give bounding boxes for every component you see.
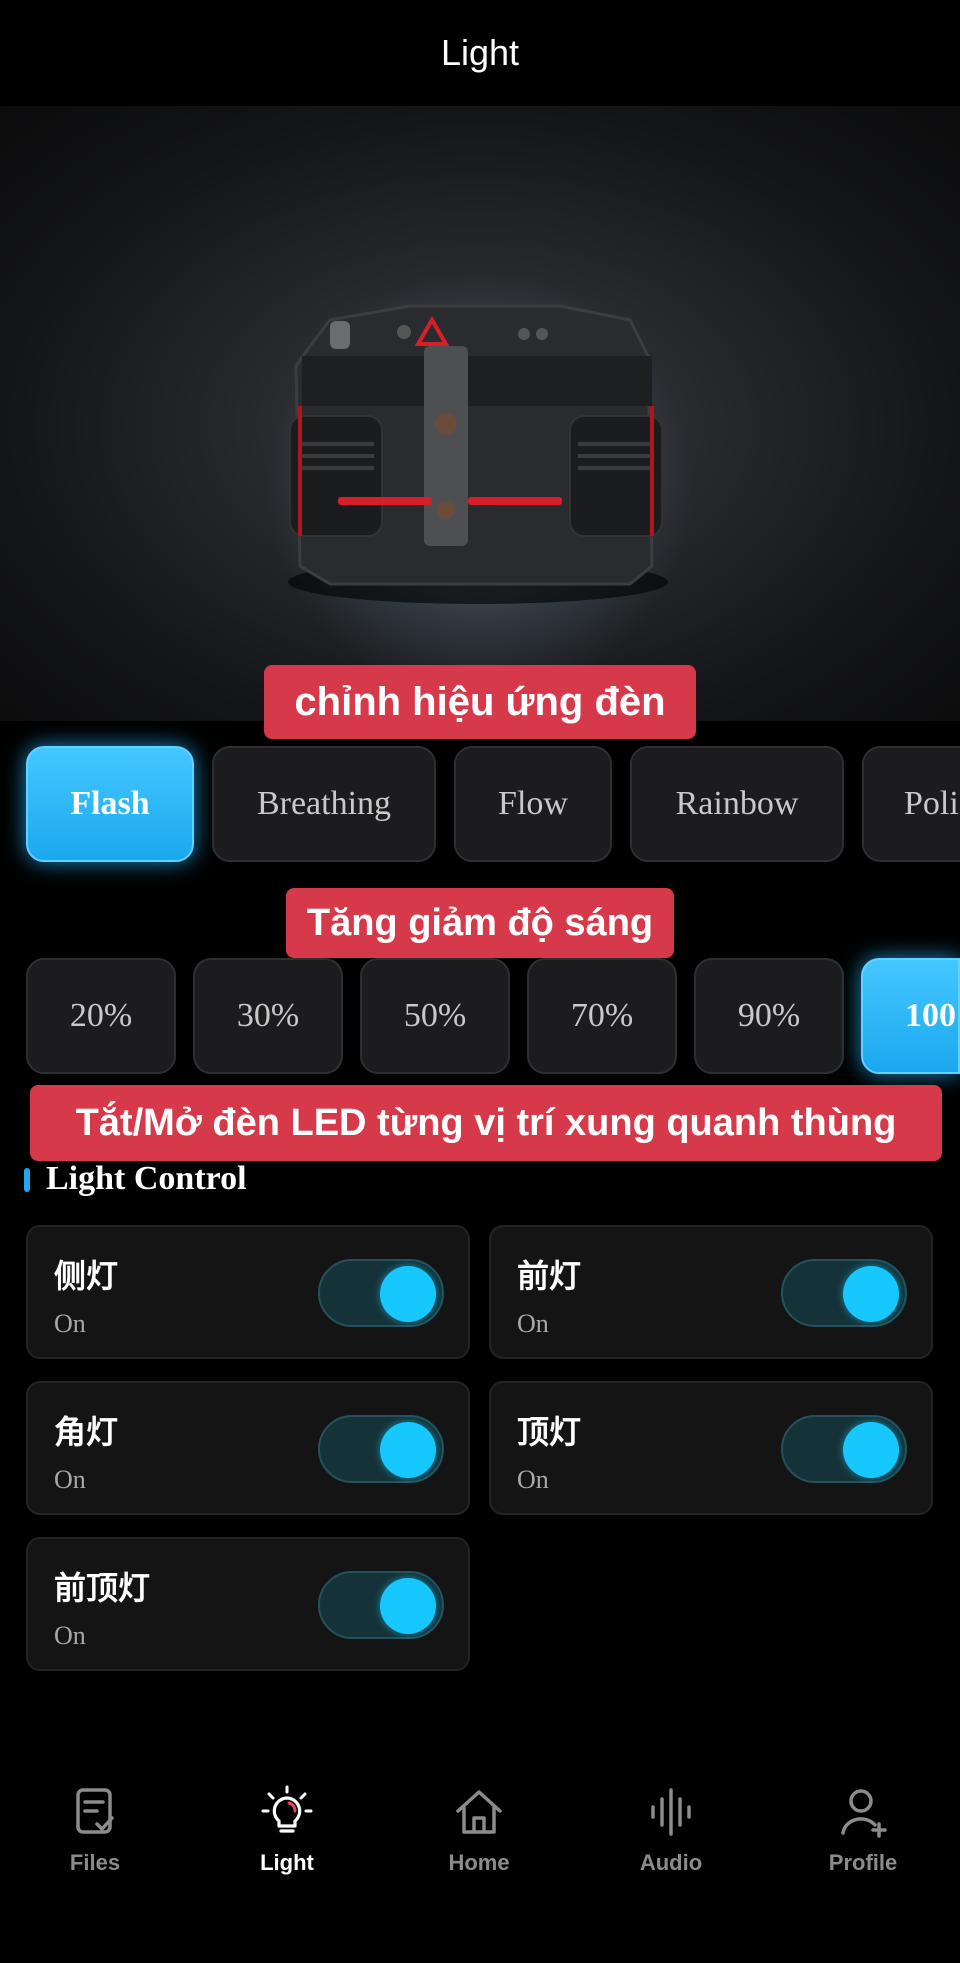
light-name: 顶灯 xyxy=(517,1414,582,1450)
toggle-knob xyxy=(380,1422,436,1478)
toggle-knob xyxy=(380,1266,436,1322)
bulb-icon xyxy=(261,1785,313,1833)
effect-annotation: chỉnh hiệu ứng đèn xyxy=(264,665,696,739)
tab-light[interactable]: Light xyxy=(212,1784,362,1914)
tab-label: Files xyxy=(69,1850,121,1875)
top-bar: Light xyxy=(0,0,960,106)
effect-chip-breathing[interactable]: Breathing xyxy=(212,746,436,862)
brightness-chip-100[interactable]: 100 xyxy=(861,958,960,1074)
brightness-chip-50[interactable]: 50% xyxy=(360,958,510,1074)
light-card-side: 侧灯 On xyxy=(26,1225,470,1359)
tab-home[interactable]: Home xyxy=(404,1784,554,1914)
files-icon xyxy=(76,1788,114,1834)
light-name: 侧灯 xyxy=(54,1258,119,1294)
toggle-knob xyxy=(380,1578,436,1634)
tab-audio[interactable]: Audio xyxy=(596,1784,746,1914)
light-state: On xyxy=(54,1621,86,1650)
light-toggle-corner[interactable] xyxy=(318,1415,444,1483)
light-toggle-side[interactable] xyxy=(318,1259,444,1327)
tab-files[interactable]: Files xyxy=(20,1784,170,1914)
light-state: On xyxy=(54,1309,86,1338)
product-hero xyxy=(0,106,960,721)
effect-chip-poli[interactable]: Poli xyxy=(862,746,960,862)
effect-chip-rainbow[interactable]: Rainbow xyxy=(630,746,844,862)
light-card-front: 前灯 On xyxy=(489,1225,933,1359)
light-name: 角灯 xyxy=(54,1414,119,1450)
tab-label: Home xyxy=(448,1850,510,1875)
brightness-chip-90[interactable]: 90% xyxy=(694,958,844,1074)
light-state: On xyxy=(517,1465,549,1494)
effect-chip-flow[interactable]: Flow xyxy=(454,746,612,862)
section-accent-bar xyxy=(24,1168,30,1192)
effect-chip-flash[interactable]: Flash xyxy=(26,746,194,862)
light-state: On xyxy=(517,1309,549,1338)
brightness-chip-20[interactable]: 20% xyxy=(26,958,176,1074)
profile-icon xyxy=(841,1789,887,1838)
light-control-title: Light Control xyxy=(46,1160,247,1197)
tab-label: Light xyxy=(260,1850,314,1875)
home-icon xyxy=(456,1790,502,1834)
page-title: Light xyxy=(440,32,520,73)
tab-label: Profile xyxy=(828,1850,898,1875)
light-card-corner: 角灯 On xyxy=(26,1381,470,1515)
light-state: On xyxy=(54,1465,86,1494)
light-name: 前顶灯 xyxy=(54,1570,151,1606)
led-annotation: Tắt/Mở đèn LED từng vị trí xung quanh th… xyxy=(30,1085,942,1161)
light-toggle-front-top[interactable] xyxy=(318,1571,444,1639)
brightness-chip-30[interactable]: 30% xyxy=(193,958,343,1074)
tab-profile[interactable]: Profile xyxy=(788,1784,938,1914)
audio-icon xyxy=(651,1788,691,1836)
light-card-front-top: 前顶灯 On xyxy=(26,1537,470,1671)
tab-label: Audio xyxy=(639,1850,703,1875)
brightness-chip-70[interactable]: 70% xyxy=(527,958,677,1074)
bottom-tab-bar: Files Light Home Audio Profile xyxy=(0,1750,960,1963)
light-card-top: 顶灯 On xyxy=(489,1381,933,1515)
light-toggle-top[interactable] xyxy=(781,1415,907,1483)
toggle-knob xyxy=(843,1422,899,1478)
light-toggle-front[interactable] xyxy=(781,1259,907,1327)
light-name: 前灯 xyxy=(517,1258,582,1294)
top-case-image xyxy=(288,304,668,604)
toggle-knob xyxy=(843,1266,899,1322)
brightness-annotation: Tăng giảm độ sáng xyxy=(286,888,674,958)
